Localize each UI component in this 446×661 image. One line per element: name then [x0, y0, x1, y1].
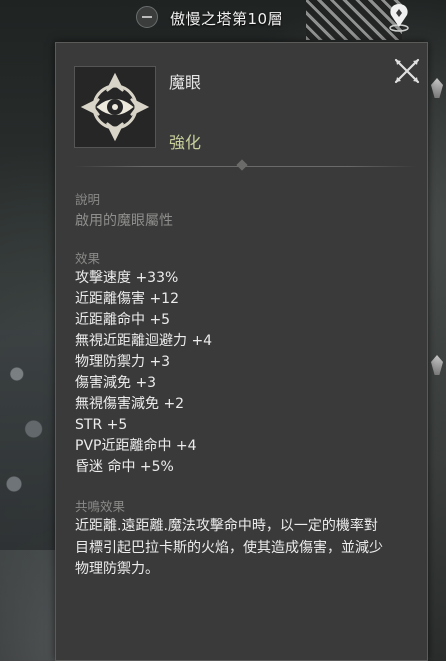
effect-line: 攻擊速度 +33% — [75, 270, 179, 286]
location-title: 傲慢之塔第10層 — [170, 10, 284, 28]
location-bar: 傲慢之塔第10層 — [0, 0, 446, 38]
divider-ornament — [236, 159, 248, 171]
effect-line: 昏迷 命中 +5% — [75, 459, 174, 475]
resonance-line: 物理防禦力。 — [75, 561, 159, 577]
magic-eye-icon — [80, 72, 150, 142]
effect-line: STR +5 — [75, 417, 128, 433]
effect-line: 物理防禦力 +3 — [75, 354, 171, 370]
resonance-line: 目標引起巴拉卡斯的火焰，使其造成傷害，並減少 — [75, 539, 383, 556]
description-text: 啟用的魔眼屬性 — [75, 213, 173, 229]
minus-circle-icon[interactable] — [136, 6, 158, 28]
close-x-icon[interactable] — [393, 57, 421, 85]
effect-line: 近距離命中 +5 — [75, 312, 171, 328]
item-name: 魔眼 — [169, 73, 202, 92]
effect-line: 傷害減免 +3 — [75, 375, 157, 391]
map-pin-icon[interactable] — [386, 2, 412, 32]
resonance-label: 共鳴效果 — [75, 499, 126, 514]
item-tooltip-panel: 魔眼 強化 說明 啟用的魔眼屬性 效果 攻擊速度 +33% 近距離傷害 +12 … — [55, 42, 428, 661]
world-rubble — [0, 330, 56, 550]
resonance-text: 近距離.遠距離.魔法攻擊命中時，以一定的機率對 目標引起巴拉卡斯的火焰，使其造成… — [75, 516, 421, 581]
item-grade: 強化 — [169, 133, 202, 152]
effects-label: 效果 — [75, 251, 101, 266]
description-label: 說明 — [75, 192, 101, 207]
item-icon-frame — [74, 66, 156, 148]
effect-line: PVP近距離命中 +4 — [75, 438, 197, 454]
effect-line: 近距離傷害 +12 — [75, 291, 179, 307]
effect-line: 無視傷害減免 +2 — [75, 396, 185, 412]
effect-line: 無視近距離迴避力 +4 — [75, 333, 213, 349]
effects-list: 攻擊速度 +33% 近距離傷害 +12 近距離命中 +5 無視近距離迴避力 +4… — [75, 268, 212, 478]
resonance-line: 近距離.遠距離.魔法攻擊命中時，以一定的機率對 — [75, 518, 378, 534]
